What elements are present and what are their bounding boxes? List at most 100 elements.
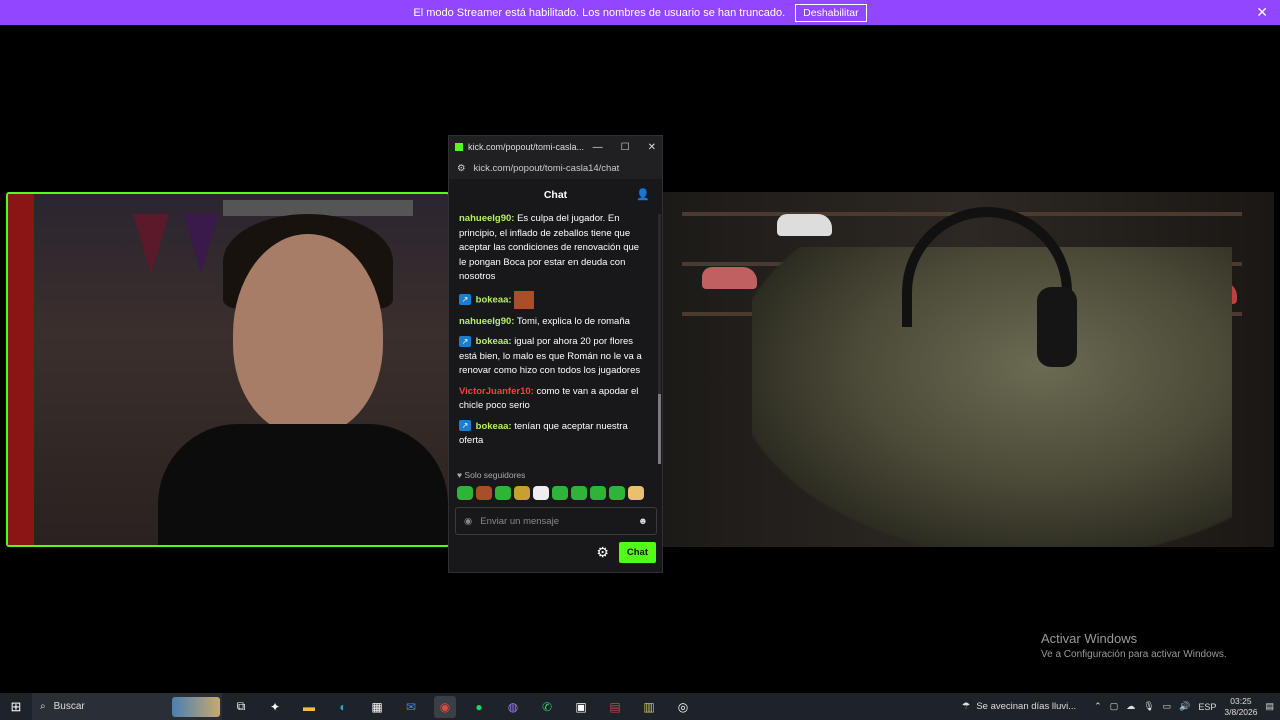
outlook-icon[interactable]: ✉ <box>400 696 422 718</box>
emote-icon[interactable] <box>590 486 606 500</box>
close-icon[interactable]: ✕ <box>648 142 656 153</box>
streamer-mode-banner: El modo Streamer está habilitado. Los no… <box>0 0 1280 25</box>
crocodile-image <box>662 192 1274 547</box>
popup-title: kick.com/popout/tomi-casla... <box>468 142 585 152</box>
settings-gear-icon[interactable]: ⚙ <box>596 544 609 561</box>
weather-widget[interactable]: ☂ Se avecinan días lluvi... <box>962 701 1076 712</box>
clock[interactable]: 03:25 3/8/2026 <box>1224 696 1257 718</box>
emoji-icon[interactable]: ☻ <box>638 516 648 527</box>
emote-icon[interactable] <box>628 486 644 500</box>
emote-icon <box>514 290 535 309</box>
search-icon: ⌕ <box>40 701 46 712</box>
pennant <box>183 214 219 274</box>
emote-icon[interactable] <box>571 486 587 500</box>
tray-app-icon[interactable]: ▢ <box>1110 701 1119 712</box>
notifications-icon[interactable]: ▤ <box>1265 701 1274 712</box>
emote-icon[interactable] <box>476 486 492 500</box>
windows-start-icon[interactable]: ⊞ <box>0 699 32 715</box>
watermark-title: Activar Windows <box>1041 631 1138 646</box>
address-bar[interactable]: ⚙ kick.com/popout/tomi-casla14/chat <box>449 158 662 179</box>
chevron-up-icon[interactable]: ⌃ <box>1094 701 1102 712</box>
emote-icon[interactable] <box>457 486 473 500</box>
taskbar-apps: ⧉ ✦ ▬ ◐ ▦ ✉ ◉ ● ◍ ✆ ▣ ▤ ▥ ◎ <box>230 695 694 718</box>
followers-only-text: Solo seguidores <box>464 470 526 480</box>
username[interactable]: bokeaa: <box>476 421 512 432</box>
chat-message: ↗ bokeaa: <box>459 290 649 309</box>
streamer-face <box>233 234 383 434</box>
search-highlight-image <box>172 696 220 717</box>
volume-icon[interactable]: 🔊 <box>1179 701 1190 712</box>
chat-messages: nahueelg90: Es culpa del jugador. En pri… <box>449 212 659 464</box>
scrollbar-thumb[interactable] <box>658 394 661 464</box>
spotify-icon[interactable]: ● <box>468 696 490 718</box>
username[interactable]: VictorJuanfer10: <box>459 386 534 397</box>
search-label: Buscar <box>53 701 85 712</box>
chat-scrollbar[interactable] <box>658 214 661 464</box>
close-icon[interactable]: ✕ <box>1256 4 1268 21</box>
chat-message: VictorJuanfer10: como te van a apodar el… <box>459 385 649 414</box>
emote-icon[interactable] <box>495 486 511 500</box>
taskbar: ⊞ ⌕ Buscar ⧉ ✦ ▬ ◐ ▦ ✉ ◉ ● ◍ ✆ ▣ ▤ ▥ ◎ ☂… <box>0 693 1280 720</box>
chrome-icon[interactable]: ◉ <box>434 695 456 718</box>
task-view-icon[interactable]: ⧉ <box>230 696 252 718</box>
emote-bar <box>457 486 644 500</box>
username[interactable]: bokeaa: <box>476 336 512 347</box>
headset-earcup <box>1037 287 1077 367</box>
time: 03:25 <box>1230 695 1252 706</box>
chat-title: Chat <box>543 189 568 201</box>
app-icon[interactable]: ▤ <box>604 696 626 718</box>
windows-activation-watermark: Activar Windows Ve a Configuración para … <box>1041 631 1227 660</box>
copilot-icon[interactable]: ✦ <box>264 696 286 718</box>
discord-icon[interactable]: ◍ <box>502 696 524 718</box>
badge-icon: ↗ <box>459 294 471 305</box>
disable-button[interactable]: Deshabilitar <box>795 3 867 22</box>
username[interactable]: bokeaa: <box>476 294 512 305</box>
file-explorer-icon[interactable]: ▬ <box>298 696 320 718</box>
obs-icon[interactable]: ◎ <box>672 696 694 718</box>
network-icon[interactable]: ▭ <box>1163 701 1172 712</box>
onedrive-icon[interactable]: ☁ <box>1126 701 1135 712</box>
app-icon[interactable]: ▣ <box>570 696 592 718</box>
date: 3/8/2026 <box>1224 706 1258 717</box>
message-input[interactable]: ◉ Enviar un mensaje ☻ <box>455 507 657 535</box>
curtain <box>8 194 34 545</box>
emote-icon[interactable] <box>609 486 625 500</box>
watermark-subtitle: Ve a Configuración para activar Windows. <box>1041 649 1227 660</box>
app-icon[interactable]: ▥ <box>638 696 660 718</box>
chat-message: nahueelg90: Tomi, explica lo de romaña <box>459 315 649 330</box>
send-chat-button[interactable]: Chat <box>618 542 656 563</box>
maximize-icon[interactable]: ☐ <box>621 142 630 153</box>
site-settings-icon[interactable]: ⚙ <box>457 163 466 174</box>
pennant <box>133 214 169 274</box>
streamer-shirt <box>158 424 448 545</box>
emote-icon[interactable] <box>514 486 530 500</box>
store-icon[interactable]: ▦ <box>366 696 388 718</box>
banner-message: El modo Streamer está habilitado. Los no… <box>413 6 786 19</box>
chat-message: ↗ bokeaa: igual por ahora 20 por flores … <box>459 335 649 379</box>
user-avatar-icon: ◉ <box>464 515 473 527</box>
username[interactable]: nahueelg90: <box>459 213 514 224</box>
whatsapp-icon[interactable]: ✆ <box>536 696 558 718</box>
minimize-icon[interactable]: — <box>593 142 603 153</box>
emote-icon[interactable] <box>533 486 549 500</box>
followers-only-notice: ♥ Solo seguidores <box>457 470 525 480</box>
umbrella-icon: ☂ <box>961 701 971 712</box>
badge-icon: ↗ <box>459 420 471 432</box>
message-text: Tomi, explica lo de romaña <box>516 315 630 327</box>
chat-header: Chat 👤 <box>449 179 662 211</box>
username[interactable]: nahueelg90: <box>459 316 514 327</box>
message-input-placeholder: Enviar un mensaje <box>480 515 559 527</box>
taskbar-search[interactable]: ⌕ Buscar <box>32 693 222 720</box>
popup-titlebar: kick.com/popout/tomi-casla... — ☐ ✕ <box>449 136 662 158</box>
emote-icon[interactable] <box>552 486 568 500</box>
chat-actions: ⚙ Chat <box>596 542 656 563</box>
microphone-icon[interactable]: 🎙 <box>1143 701 1154 712</box>
chat-message: ↗ bokeaa: tenían que aceptar nuestra ofe… <box>459 420 649 449</box>
edge-icon[interactable]: ◐ <box>332 696 354 718</box>
users-icon[interactable]: 👤 <box>636 188 650 201</box>
kick-logo-icon <box>455 143 463 151</box>
heart-icon: ♥ <box>457 470 463 480</box>
language-indicator[interactable]: ESP <box>1198 702 1216 712</box>
badge-icon: ↗ <box>459 335 471 347</box>
webcam-feed <box>6 192 450 547</box>
